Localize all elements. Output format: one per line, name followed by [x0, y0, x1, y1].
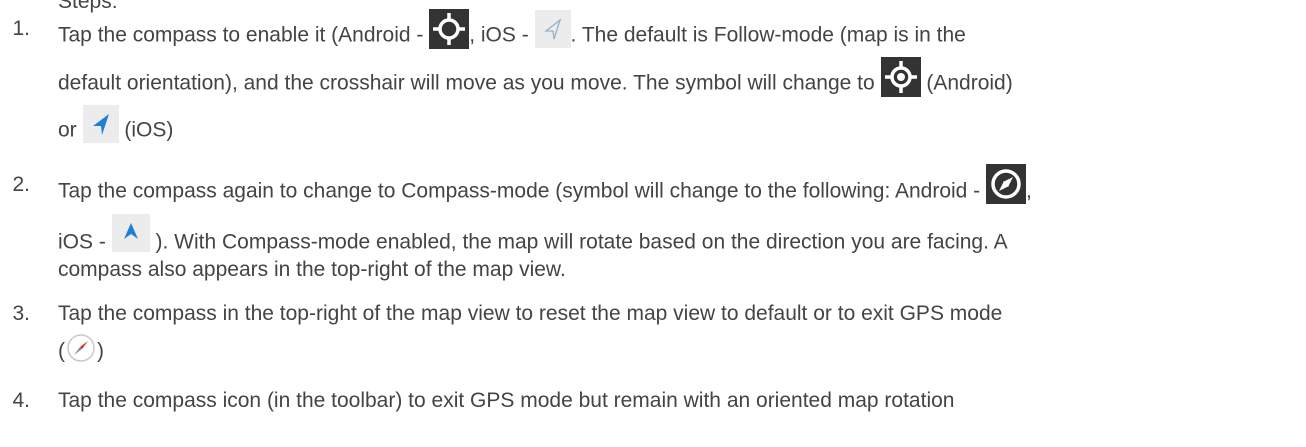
location-arrow-filled-icon: [82, 105, 119, 143]
step-number: 2.: [12, 173, 30, 196]
gps-crosshair-outline-icon: [429, 9, 470, 49]
step-number: 1.: [12, 17, 30, 40]
map-compass-icon: [65, 332, 97, 364]
gps-crosshair-filled-icon: [880, 57, 921, 97]
heading-arrow-icon: [111, 214, 150, 252]
step-number: 3.: [12, 302, 30, 325]
document-page: Steps: 1. Tap the compass to enable it (…: [0, 0, 1306, 447]
intro-partial-text: Steps:: [58, 0, 118, 13]
location-arrow-outline-icon: [534, 10, 571, 48]
compass-needle-icon: [986, 164, 1026, 204]
step-number: 4.: [12, 389, 30, 412]
